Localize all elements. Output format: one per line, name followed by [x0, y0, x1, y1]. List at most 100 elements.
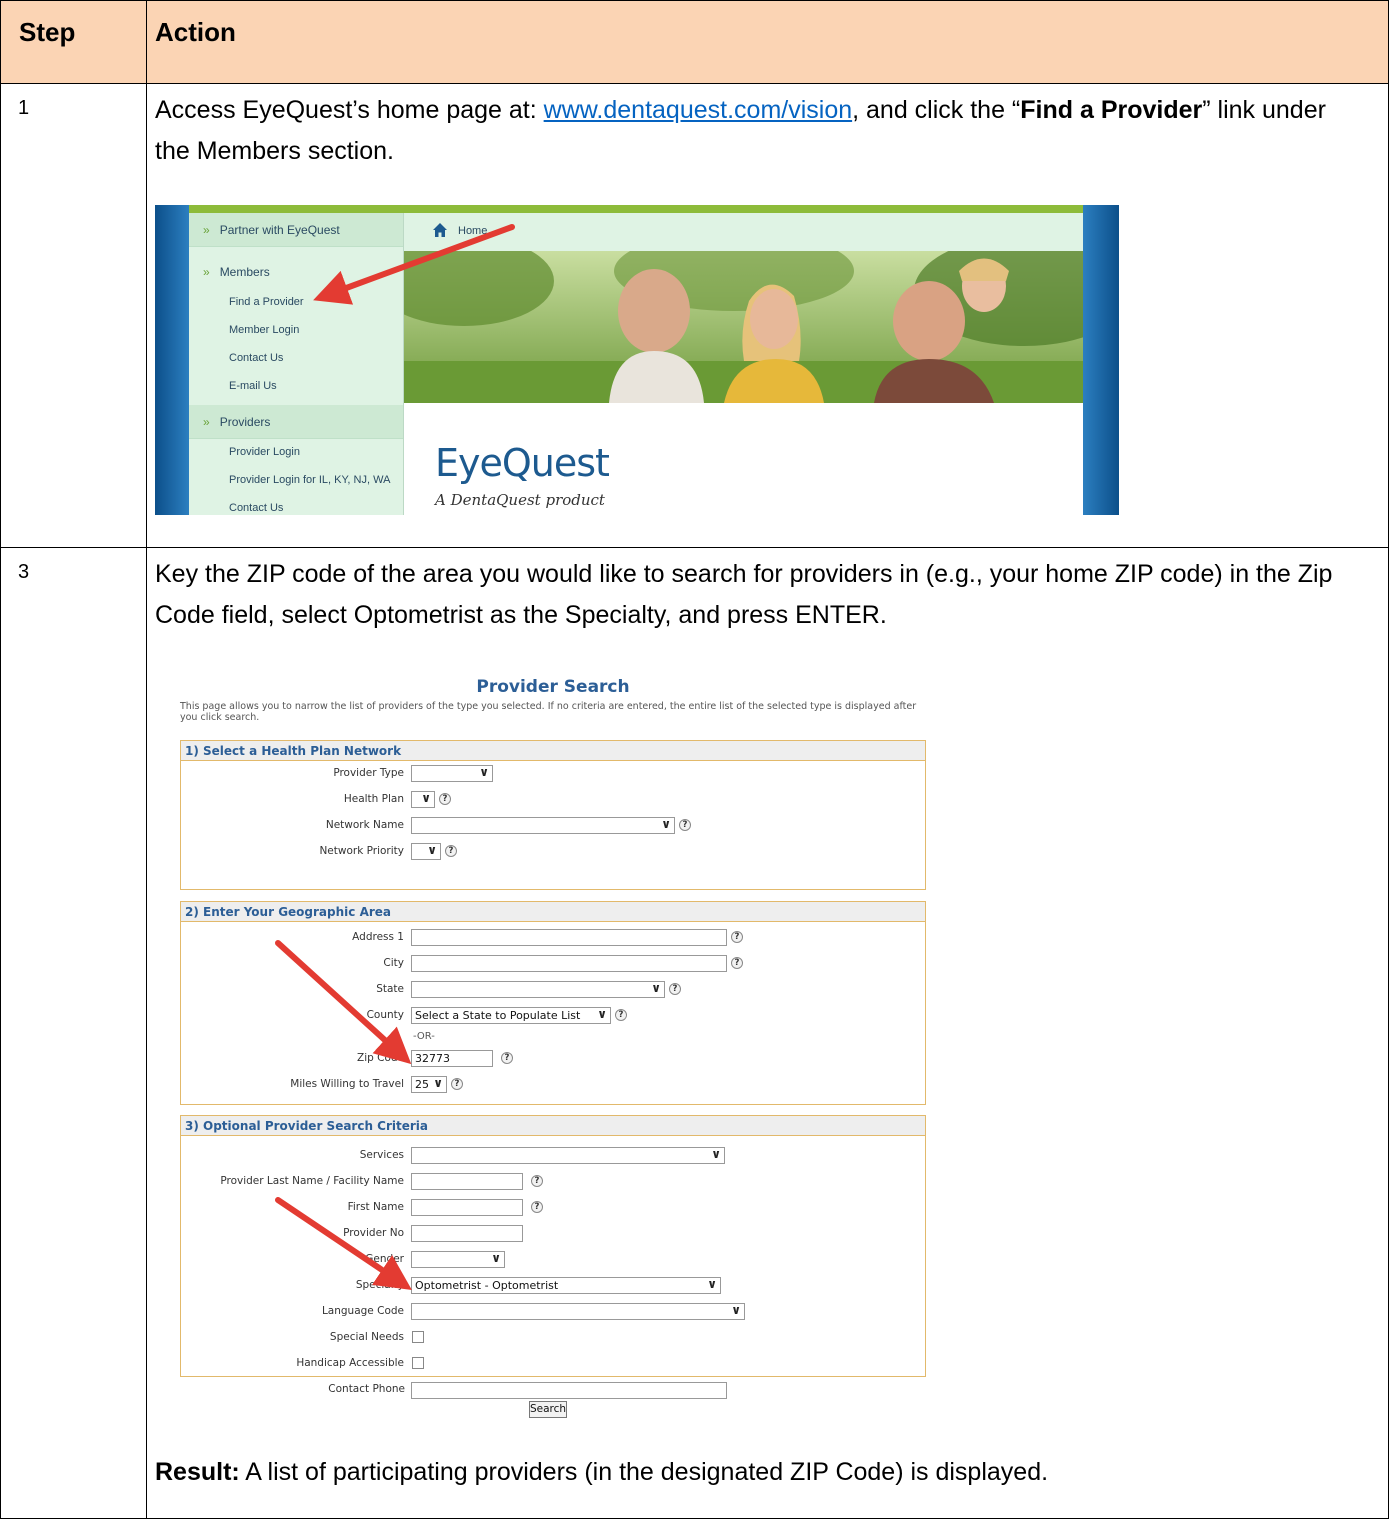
city-row: City ? [181, 953, 925, 975]
nav-member-contact[interactable]: Contact Us [229, 352, 283, 364]
provider-no-label: Provider No [343, 1227, 404, 1239]
help-icon[interactable]: ? [439, 793, 451, 805]
language-select[interactable] [411, 1303, 745, 1320]
address1-label: Address 1 [352, 931, 404, 943]
or-separator: -OR- [413, 1031, 435, 1042]
section-geographic-area: 2) Enter Your Geographic Area Address 1 … [180, 901, 926, 1105]
special-needs-row: Special Needs [181, 1327, 925, 1349]
health-plan-select[interactable] [411, 791, 435, 808]
home-icon[interactable] [432, 222, 448, 238]
gender-select[interactable] [411, 1251, 505, 1268]
dentaquest-vision-link[interactable]: www.dentaquest.com/vision [544, 96, 852, 124]
contact-phone-input[interactable] [411, 1382, 727, 1399]
nav-partner[interactable]: » Partner with EyeQuest [189, 213, 403, 247]
last-name-input[interactable] [411, 1173, 523, 1190]
help-icon[interactable]: ? [531, 1201, 543, 1213]
state-label: State [376, 983, 404, 995]
services-select[interactable] [411, 1147, 725, 1164]
specialty-row: Specialty Optometrist - Optometrist [181, 1275, 925, 1297]
address1-row: Address 1 ? [181, 927, 925, 949]
nav-providers[interactable]: » Providers [189, 405, 403, 439]
state-row: State ? [181, 979, 925, 1001]
specialty-select-value: Optometrist - Optometrist [415, 1279, 559, 1292]
result-text: A list of participating providers (in th… [239, 1458, 1049, 1486]
provider-no-input[interactable] [411, 1225, 523, 1242]
services-row: Services [181, 1145, 925, 1167]
nav-provider-login-states[interactable]: Provider Login for IL, KY, NJ, WA [229, 474, 390, 486]
provider-type-select[interactable] [411, 765, 493, 782]
state-select[interactable] [411, 981, 665, 998]
header-step: Step [19, 17, 76, 47]
gender-label: Gender [365, 1253, 404, 1265]
eyequest-tagline: A DentaQuest product [435, 491, 605, 509]
county-select[interactable]: Select a State to Populate List [411, 1007, 611, 1024]
network-priority-label: Network Priority [319, 845, 404, 857]
row2-step-number: 3 [18, 561, 30, 583]
help-icon[interactable]: ? [731, 957, 743, 969]
home-link[interactable]: Home [458, 225, 487, 237]
nav-find-provider[interactable]: Find a Provider [229, 296, 304, 308]
nav-provider-login[interactable]: Provider Login [229, 446, 300, 458]
zip-input-value: 32773 [415, 1052, 450, 1065]
network-priority-row: Network Priority ? [181, 841, 925, 863]
chevron-right-icon: » [203, 415, 210, 429]
help-icon[interactable]: ? [445, 845, 457, 857]
provider-search-screenshot: Provider Search This page allows you to … [176, 672, 930, 1418]
brand-area: EyeQuest A DentaQuest product [404, 403, 1083, 515]
section3-title: 3) Optional Provider Search Criteria [181, 1116, 925, 1136]
last-name-row: Provider Last Name / Facility Name ? [181, 1171, 925, 1193]
search-button[interactable]: Search [529, 1401, 567, 1418]
nav-member-email[interactable]: E-mail Us [229, 380, 277, 392]
top-green-line [189, 205, 1083, 213]
health-plan-label: Health Plan [343, 793, 404, 805]
city-input[interactable] [411, 955, 727, 972]
zip-label: Zip Code [357, 1052, 404, 1064]
header-step-cell: Step [0, 0, 147, 84]
or-row: -OR- [181, 1027, 925, 1049]
handicap-checkbox[interactable] [412, 1357, 424, 1369]
eyequest-sidebar: » Partner with EyeQuest » Members Find a P… [189, 213, 403, 515]
row1-instruction: Access EyeQuest’s home page at: www.dent… [155, 90, 1355, 172]
nav-members[interactable]: » Members [189, 255, 403, 289]
row1-step-cell [0, 83, 147, 548]
nav-member-login[interactable]: Member Login [229, 324, 299, 336]
nav-members-label: Members [219, 265, 270, 279]
help-icon[interactable]: ? [615, 1009, 627, 1021]
gender-row: Gender [181, 1249, 925, 1271]
provider-search-title: Provider Search [476, 677, 630, 697]
help-icon[interactable]: ? [501, 1052, 513, 1064]
special-needs-checkbox[interactable] [412, 1331, 424, 1343]
help-icon[interactable]: ? [731, 931, 743, 943]
first-name-input[interactable] [411, 1199, 523, 1216]
help-icon[interactable]: ? [451, 1078, 463, 1090]
specialty-select[interactable]: Optometrist - Optometrist [411, 1277, 721, 1294]
provider-type-row: Provider Type [181, 763, 925, 785]
left-blue-bar [155, 205, 189, 515]
row1-step-number: 1 [18, 97, 30, 119]
address1-input[interactable] [411, 929, 727, 946]
city-label: City [383, 957, 404, 969]
contact-phone-label: Contact Phone [328, 1383, 405, 1395]
chevron-right-icon: » [203, 265, 210, 279]
zip-row: Zip Code 32773 ? [181, 1048, 925, 1070]
help-icon[interactable]: ? [669, 983, 681, 995]
network-name-select[interactable] [411, 817, 675, 834]
nav-provider-contact[interactable]: Contact Us [229, 502, 283, 514]
miles-row: Miles Willing to Travel 25 ? [181, 1074, 925, 1096]
network-priority-select[interactable] [411, 843, 441, 860]
miles-select[interactable]: 25 [411, 1076, 447, 1093]
provider-type-label: Provider Type [333, 767, 404, 779]
help-icon[interactable]: ? [679, 819, 691, 831]
eyequest-screenshot: » Partner with EyeQuest » Members Find a P… [155, 205, 1119, 515]
row2-instruction: Key the ZIP code of the area you would l… [155, 560, 1333, 629]
county-select-value: Select a State to Populate List [415, 1009, 581, 1022]
county-label: County [366, 1009, 404, 1021]
provider-no-row: Provider No [181, 1223, 925, 1245]
section2-title: 2) Enter Your Geographic Area [181, 902, 925, 922]
language-label: Language Code [321, 1305, 404, 1317]
right-blue-bar [1083, 205, 1119, 515]
nav-providers-label: Providers [219, 415, 271, 429]
zip-input[interactable]: 32773 [411, 1050, 493, 1067]
help-icon[interactable]: ? [531, 1175, 543, 1187]
row1-text-part2: , and click the “ [852, 96, 1021, 124]
